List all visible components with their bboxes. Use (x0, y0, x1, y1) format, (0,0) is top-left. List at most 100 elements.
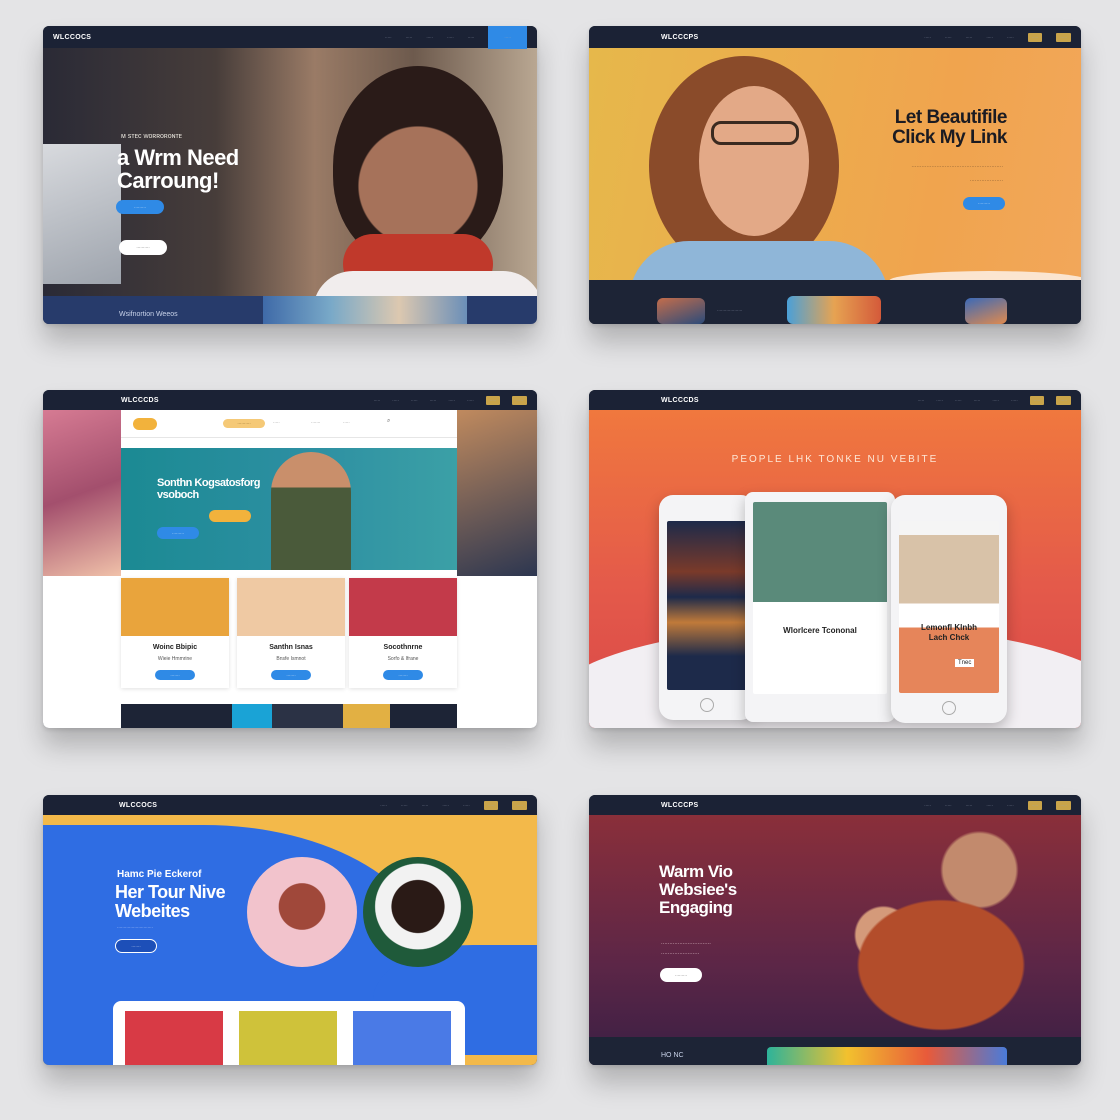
tile-button[interactable]: ······· (271, 670, 311, 680)
website-mockup-card-6[interactable]: WLCCCPS ····· ····· ····· ····· ····· ··… (589, 795, 1081, 1065)
nav-link[interactable]: ····· (955, 398, 962, 403)
nav-link[interactable]: ····· (1011, 398, 1018, 403)
nav-links: ····· ····· ····· ····· ····· ····· ····… (924, 800, 1071, 810)
nav-link[interactable]: ····· (1007, 803, 1014, 808)
footer-image-strip (263, 296, 467, 324)
nav-link[interactable]: ····· (924, 803, 931, 808)
feature-tile[interactable]: Socothnrne Sorfo & Ifrane ······· (349, 578, 457, 688)
nav-button[interactable]: ····· (512, 395, 527, 405)
nav-button[interactable]: ····· (1056, 800, 1071, 810)
nav-link[interactable]: ····· (1007, 35, 1014, 40)
tile-image (349, 578, 457, 636)
cta-button[interactable]: ······· (115, 939, 157, 953)
hero-subtext-line-2: ······················· (661, 951, 700, 957)
nav-link[interactable]: ····· (936, 398, 943, 403)
cta-button[interactable]: ········· (116, 200, 164, 214)
nav-link[interactable]: ····· (385, 35, 392, 40)
nav-link[interactable]: ····· (966, 803, 973, 808)
inner-logo[interactable] (133, 418, 157, 430)
secondary-button[interactable]: ·········· (119, 240, 167, 255)
logo[interactable]: WLCCOCS (53, 34, 163, 41)
nav-active-tab[interactable]: ····· (488, 26, 527, 49)
website-mockup-card-5[interactable]: WLCCOCS ····· ····· ····· ····· ····· ··… (43, 795, 537, 1065)
nav-link[interactable]: ····· (966, 35, 973, 40)
nav-link[interactable]: ····· (924, 35, 931, 40)
thumbnail-image[interactable] (787, 296, 881, 324)
website-mockup-card-3[interactable]: WLCCCDS ····· ····· ····· ····· ····· ··… (43, 390, 537, 728)
nav-link[interactable]: ····· (442, 803, 449, 808)
search-icon[interactable]: ⌕ (387, 418, 390, 425)
nav-link[interactable]: ····· (992, 398, 999, 403)
logo[interactable]: WLCCCPS (661, 802, 771, 809)
logo[interactable]: WLCCOCS (119, 802, 229, 809)
website-mockup-card-4[interactable]: WLCCCDS ····· ····· ····· ····· ····· ··… (589, 390, 1081, 728)
nav-link[interactable]: ····· (392, 398, 399, 403)
hero-headline: Let Beautifile Click My Link (892, 107, 1007, 148)
website-mockup-card-1[interactable]: WLCCOCS ····· ····· ····· ····· ····· ··… (43, 26, 537, 324)
tile-button[interactable]: ······· (383, 670, 423, 680)
nav-link[interactable]: ····· (380, 803, 387, 808)
home-button[interactable] (942, 701, 956, 715)
nav-link[interactable]: ····· (430, 398, 437, 403)
nav-button[interactable]: ····· (483, 800, 499, 810)
logo[interactable]: WLCCCDS (121, 397, 231, 404)
nav-link[interactable]: ····· (974, 398, 981, 403)
nav-link[interactable]: ····· (945, 35, 952, 40)
inner-nav-link[interactable]: ······· (311, 420, 320, 425)
inner-nav-link[interactable]: ····· (343, 420, 350, 425)
cta-button[interactable]: ········· (963, 197, 1005, 210)
tile-title: Santhn Isnas (269, 644, 313, 651)
nav-link[interactable]: ····· (986, 35, 993, 40)
nav-button[interactable]: ····· (512, 800, 527, 810)
tile-button[interactable]: ······· (155, 670, 195, 680)
nav-link[interactable]: ····· (447, 35, 454, 40)
thumbnail-image[interactable] (657, 298, 705, 324)
hero-subtext: ··························· (117, 925, 153, 930)
nav-button[interactable]: ····· (1056, 395, 1071, 405)
nav-link[interactable]: ····· (986, 803, 993, 808)
nav-link[interactable]: ····· (406, 35, 413, 40)
tile-title: Socothnrne (383, 644, 423, 651)
nav-link[interactable]: ····· (918, 398, 925, 403)
nav-link[interactable]: ····· (468, 35, 475, 40)
thumbnail-image[interactable] (965, 298, 1007, 324)
nav-link[interactable]: ····· (374, 398, 381, 403)
nav-link[interactable]: ····· (422, 803, 429, 808)
nav-link[interactable]: ····· (411, 398, 418, 403)
top-nav: WLCCCPS ····· ····· ····· ····· ····· ··… (589, 26, 1081, 48)
nav-button[interactable]: ····· (1027, 800, 1043, 810)
tablet-mockup-center[interactable]: Wlorlcere Tcononal (745, 492, 895, 722)
nav-link[interactable]: ····· (945, 803, 952, 808)
nav-button[interactable]: ····· (1029, 395, 1045, 405)
home-button[interactable] (700, 698, 714, 712)
nav-link[interactable]: ····· (463, 803, 470, 808)
nav-link[interactable]: ····· (467, 398, 474, 403)
nav-button[interactable]: ····· (485, 395, 501, 405)
nav-link[interactable]: ····· (401, 803, 408, 808)
website-mockup-card-2[interactable]: WLCCCPS ····· ····· ····· ····· ····· ··… (589, 26, 1081, 324)
logo[interactable]: WLCCCDS (661, 397, 771, 404)
nav-links: ····· ····· ····· ····· ····· ····· ····… (924, 32, 1071, 42)
nav-link[interactable]: ····· (448, 398, 455, 403)
hero-subtext-line-2: ···················· (969, 178, 1003, 184)
footer-caption: Wsifnortion Weeos (119, 311, 178, 318)
hero-headline: Sonthn Kogsatosforg vsoboch (157, 477, 260, 501)
cta-button[interactable]: ········· (660, 968, 702, 982)
inner-nav-link[interactable]: ····· (273, 420, 280, 425)
hero-subtext-line-1: ······························ (661, 941, 711, 947)
hero-headline: Warm Vio Websiee's Engaging (659, 862, 737, 917)
nav-link[interactable]: ····· (426, 35, 433, 40)
hero-accent-button[interactable] (209, 510, 251, 522)
nav-button[interactable]: ····· (1056, 32, 1071, 42)
top-nav: WLCCCPS ····· ····· ····· ····· ····· ··… (589, 795, 1081, 815)
phone-mockup-right[interactable]: Lemonfl Klnbh Lach Chck Tnec (891, 495, 1007, 723)
feature-tile[interactable]: Woinc Bbipic Wieie Hmmrine ······· (121, 578, 229, 688)
phone-mockup-left[interactable] (659, 495, 755, 720)
inner-nav-pill[interactable]: ·········· (223, 419, 265, 428)
hero-cta-button[interactable]: ········· (157, 527, 199, 539)
feature-tile[interactable]: Santhn Isnas Bnsfe Ismnot ······· (237, 578, 345, 688)
footer-caption: HO NC (661, 1052, 684, 1059)
top-nav: WLCCCDS ····· ····· ····· ····· ····· ··… (43, 390, 537, 410)
logo[interactable]: WLCCCPS (661, 34, 771, 41)
nav-button[interactable]: ····· (1027, 32, 1043, 42)
